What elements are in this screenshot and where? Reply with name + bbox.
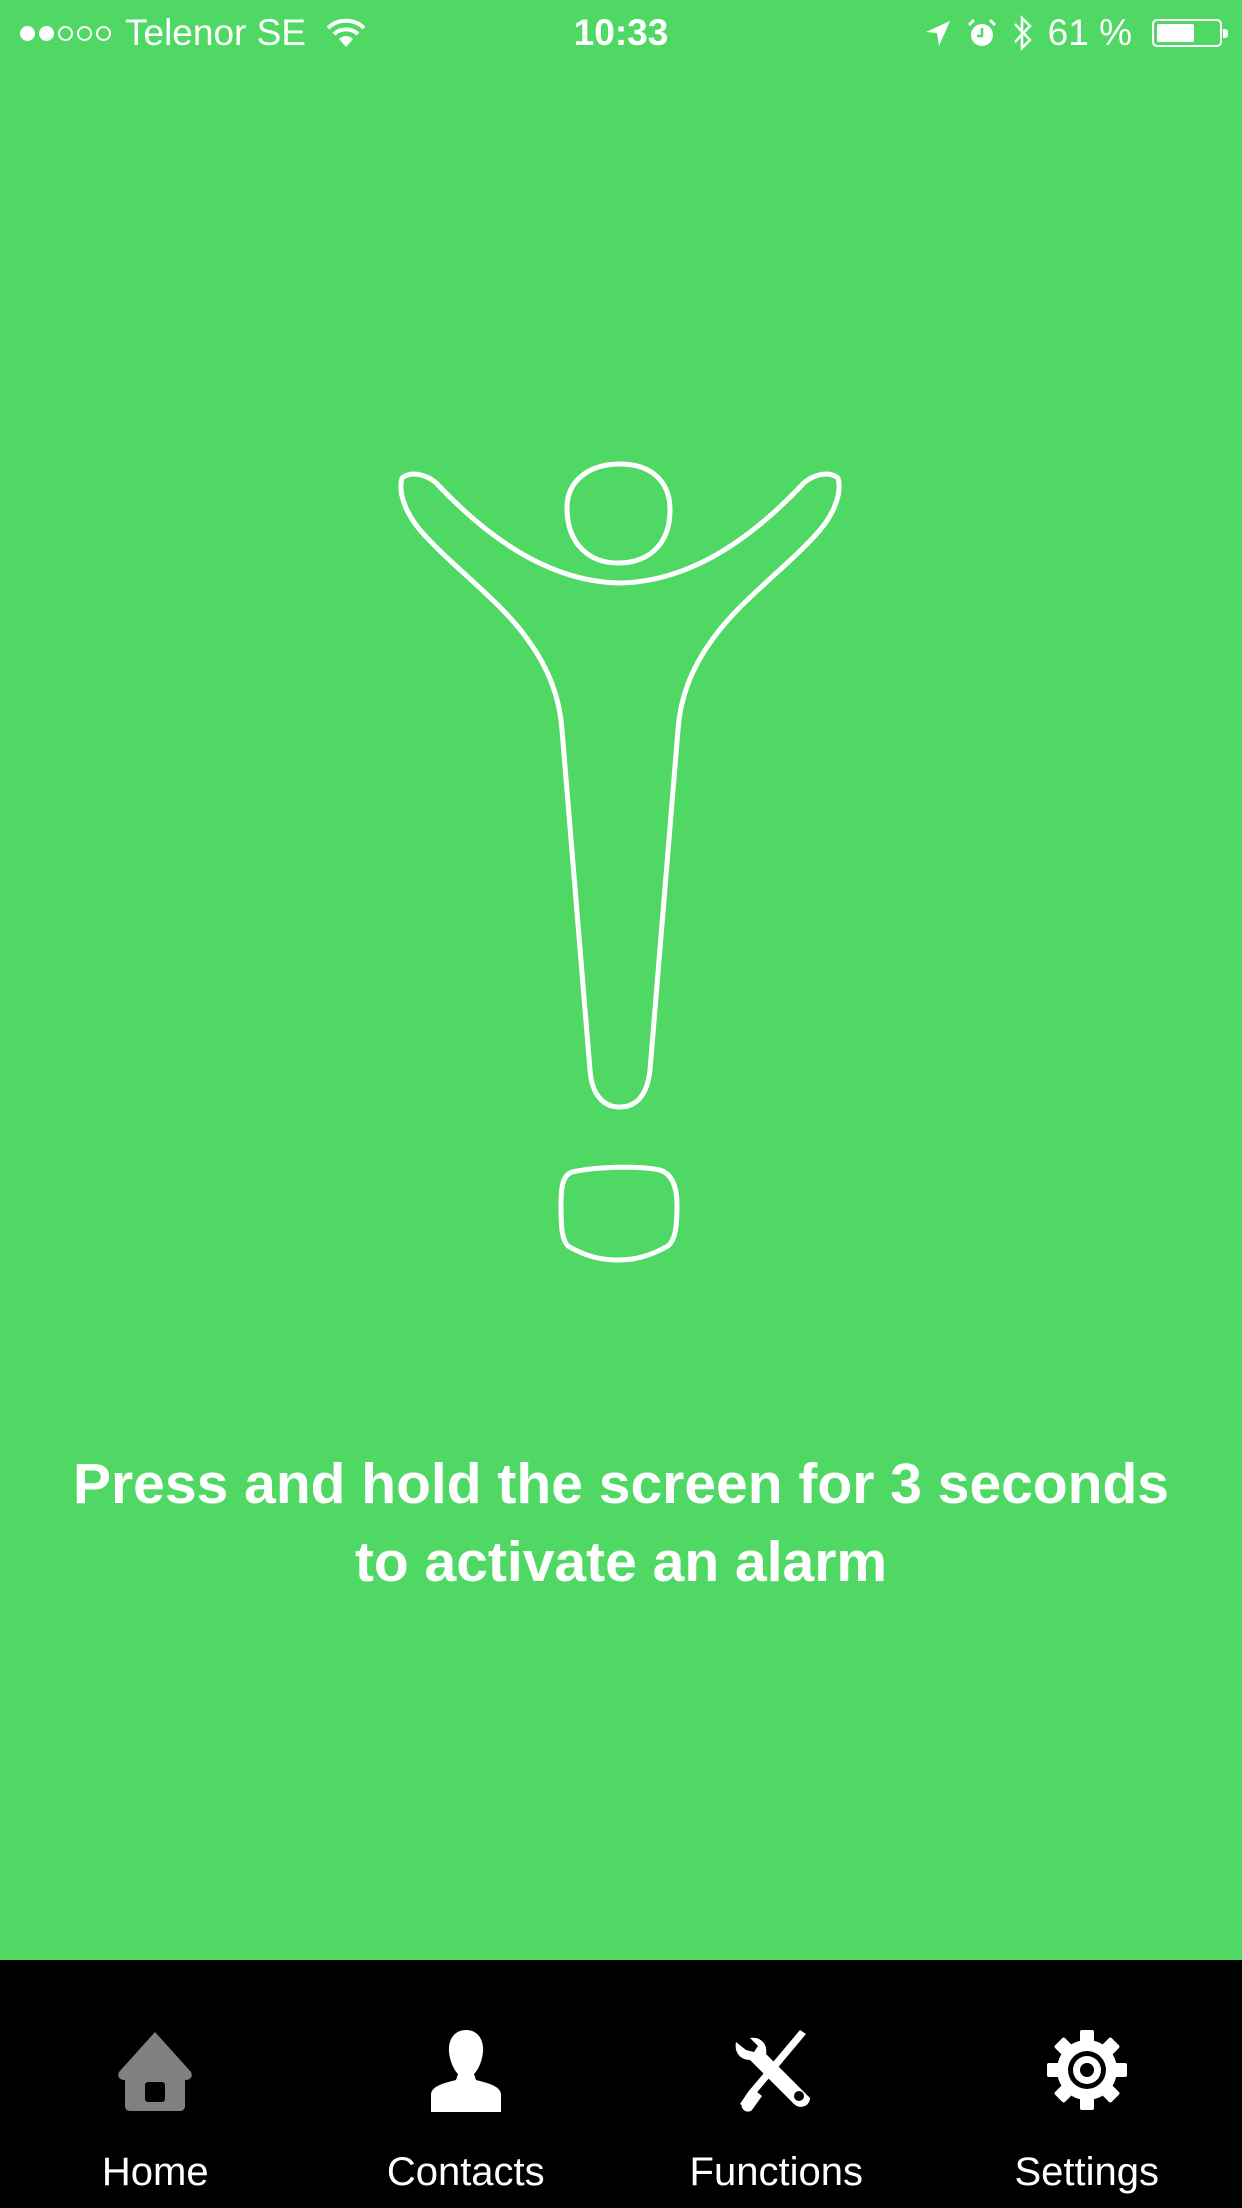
status-bar: Telenor SE 10:33 61 % bbox=[0, 0, 1242, 66]
contact-person-icon bbox=[421, 2025, 511, 2115]
alarm-instruction-text: Press and hold the screen for 3 seconds … bbox=[72, 1452, 1170, 1594]
tab-functions[interactable]: Functions bbox=[621, 1960, 932, 2208]
tab-contacts-label: Contacts bbox=[386, 2150, 545, 2194]
figure-head bbox=[564, 461, 673, 566]
home-icon bbox=[110, 2025, 200, 2115]
tab-home[interactable]: Home bbox=[0, 1960, 311, 2208]
battery-percent: 61 % bbox=[1047, 12, 1132, 53]
tab-bar: Home Contacts Functions Settings bbox=[0, 1960, 1242, 2208]
battery-level bbox=[1157, 24, 1194, 42]
tab-settings[interactable]: Settings bbox=[932, 1960, 1242, 2208]
alarm-clock-icon bbox=[967, 18, 996, 46]
tab-functions-label: Functions bbox=[689, 2150, 863, 2194]
tab-settings-label: Settings bbox=[1014, 2150, 1160, 2194]
exclamation-dot bbox=[558, 1164, 680, 1263]
battery-nub bbox=[1223, 29, 1228, 38]
person-exclamation-mark-icon[interactable] bbox=[380, 440, 860, 1280]
status-right: 61 % bbox=[924, 10, 1228, 56]
gear-icon bbox=[1042, 2025, 1132, 2115]
figure-body bbox=[398, 471, 842, 1110]
tab-home-label: Home bbox=[101, 2150, 209, 2194]
location-arrow-icon bbox=[925, 21, 950, 46]
battery-icon bbox=[1152, 19, 1228, 47]
tab-contacts[interactable]: Contacts bbox=[311, 1960, 622, 2208]
tools-icon bbox=[731, 2025, 821, 2115]
bluetooth-icon bbox=[1013, 14, 1032, 52]
